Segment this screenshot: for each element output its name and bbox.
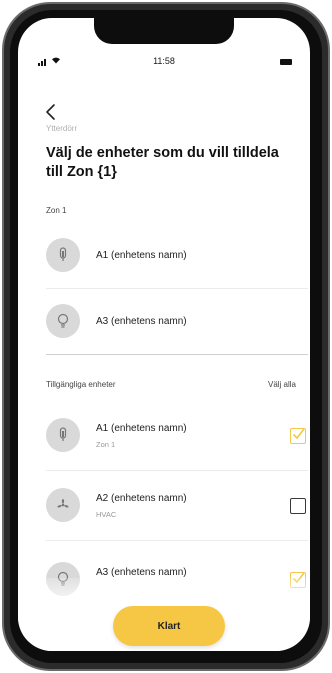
page-title: Välj de enheter som du vill tilldela til…	[46, 145, 279, 180]
back-icon[interactable]	[44, 102, 58, 122]
divider	[46, 288, 308, 289]
available-item[interactable]: A1 (enhetens namn) Zon 1	[46, 418, 310, 454]
zone-item-name: A3 (enhetens namn)	[96, 316, 187, 327]
status-time: 11:58	[153, 56, 175, 66]
available-item-name: A3 (enhetens namn)	[96, 567, 187, 578]
battery-icon	[280, 59, 292, 65]
divider	[46, 540, 308, 541]
zone-item: A3 (enhetens namn)	[46, 304, 310, 338]
divider	[46, 470, 308, 471]
available-item-name: A2 (enhetens namn)	[96, 493, 187, 504]
section-divider	[46, 354, 308, 355]
sensor-icon	[46, 238, 80, 272]
zone-item-name: A1 (enhetens namn)	[96, 250, 187, 261]
available-item-sub: HVAC	[96, 510, 117, 519]
fan-icon	[46, 488, 80, 522]
zone-label: Zon 1	[46, 206, 67, 215]
status-bar: 11:58	[18, 54, 310, 70]
sensor-icon	[46, 418, 80, 452]
done-button[interactable]: Klart	[113, 606, 225, 646]
item-checkbox[interactable]	[290, 428, 306, 444]
screen: 11:58 Ytterdörr Välj de enheter som du v…	[18, 18, 310, 651]
available-label: Tillgängliga enheter	[46, 380, 116, 389]
available-item-name: A1 (enhetens namn)	[96, 423, 187, 434]
breadcrumb: Ytterdörr	[46, 124, 78, 133]
item-checkbox[interactable]	[290, 498, 306, 514]
available-item-sub: Zon 1	[96, 440, 116, 449]
available-item[interactable]: A2 (enhetens namn) HVAC	[46, 488, 310, 524]
select-all-link[interactable]: Välj alla	[268, 380, 296, 389]
bulb-icon	[46, 304, 80, 338]
notch	[94, 18, 234, 44]
zone-item: A1 (enhetens namn)	[46, 238, 310, 272]
